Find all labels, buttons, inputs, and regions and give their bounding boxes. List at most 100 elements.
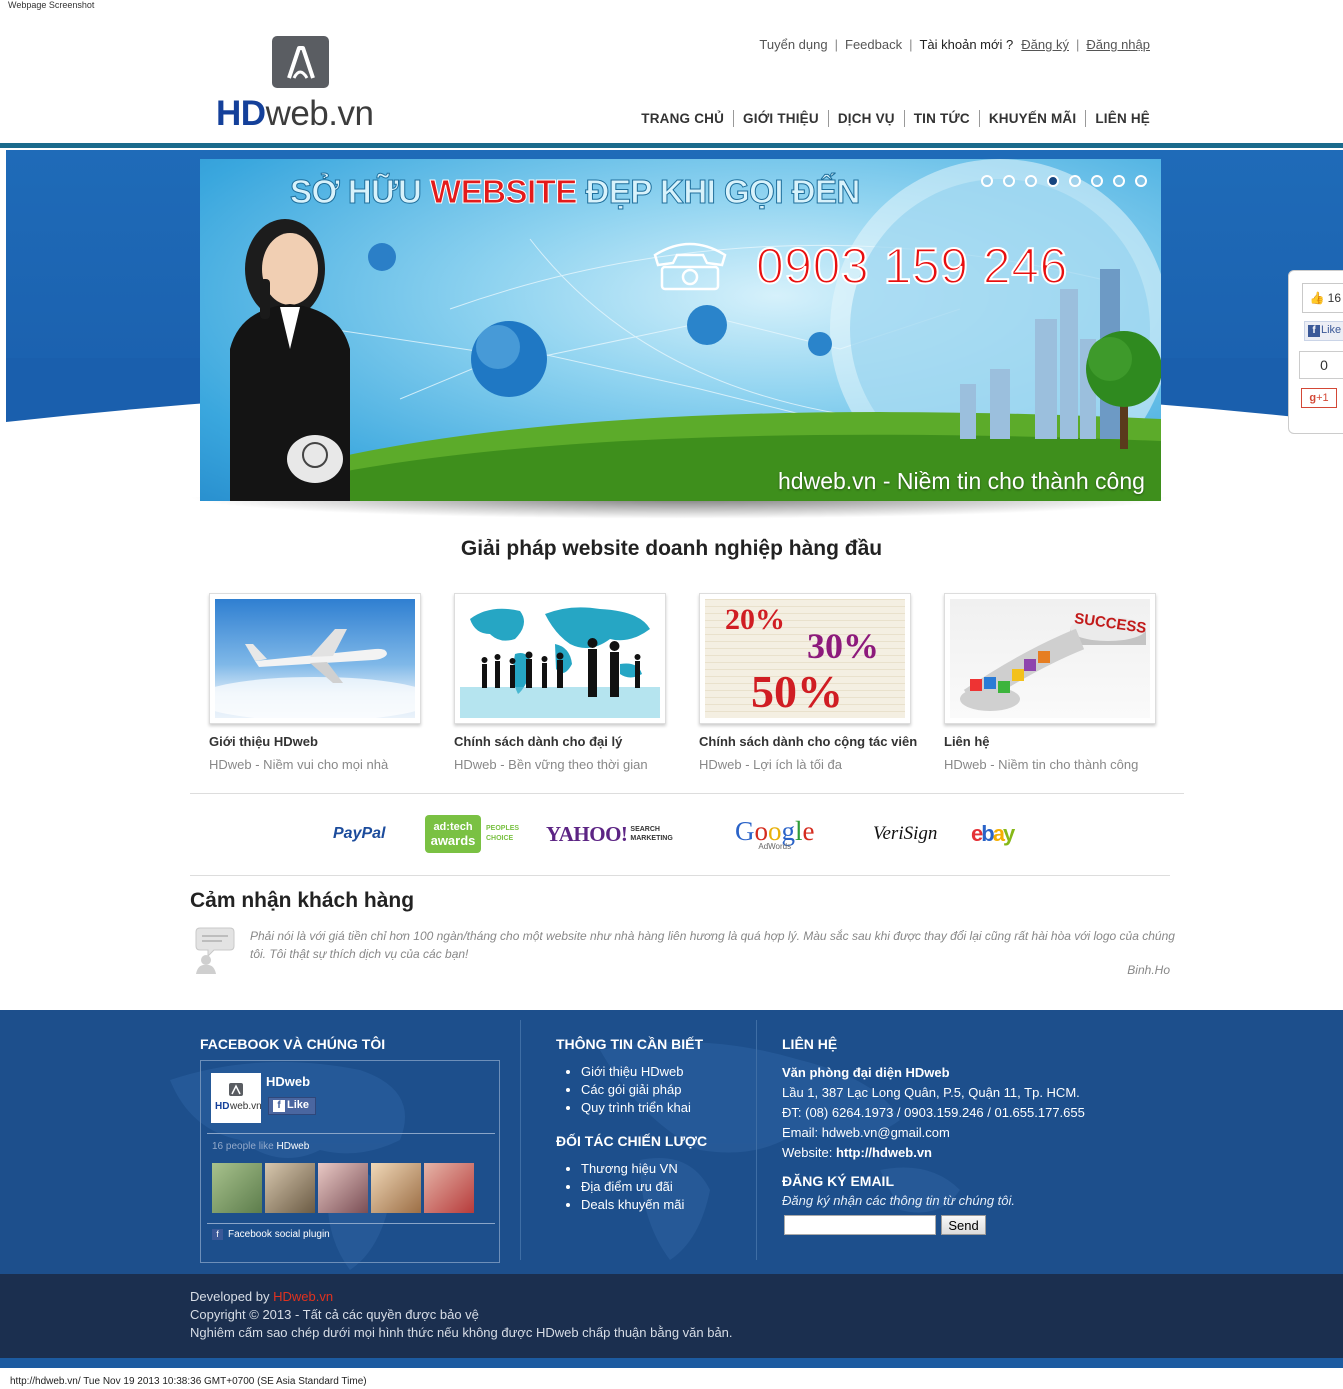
testimonial-author: Binh.Ho [1127,963,1170,977]
list-item[interactable]: Các gói giải pháp [581,1081,691,1099]
facebook-like-count: 16 people like HDweb [212,1141,310,1152]
footer-info-title: THÔNG TIN CẦN BIẾT [556,1036,703,1052]
business-people-image [460,599,660,718]
office-address: Lầu 1, 387 Lạc Long Quân, P.5, Quận 11, … [782,1085,1080,1100]
new-account-label: Tài khoản mới ? [919,37,1014,52]
facebook-like-button[interactable]: f Like [268,1097,316,1115]
card-subtitle: HDweb - Lợi ích là tối đa [699,757,842,772]
partner-logos: PayPal ad:tech awards PEOPLES CHOICE YAHOO… [330,810,1050,860]
card-title[interactable]: Liên hệ [944,734,1156,749]
google-adwords-logo[interactable]: Google AdWords [735,810,815,858]
card-title[interactable]: Chính sách dành cho cộng tác viên [699,734,917,749]
facebook-like-box: HD web.vn HDweb f Like 16 people like HDw… [200,1060,500,1263]
top-links: Tuyển dụng | Feedback | Tài khoản mới ? … [759,37,1150,52]
slider-dots [981,175,1147,187]
solutions-title: Giải pháp website doanh nghiệp hàng đầu [460,537,883,560]
slider-dot[interactable] [1025,175,1037,187]
slider-dot[interactable] [1091,175,1103,187]
facebook-icon: f [1308,325,1320,337]
divider [190,793,1184,794]
website-label: Website: [782,1145,836,1160]
careers-link[interactable]: Tuyển dụng [759,37,827,52]
card-subtitle: HDweb - Niềm vui cho mọi nhà [209,757,389,772]
footer-partners-list: Thương hiệu VN Địa điểm ưu đãi Deals khu… [556,1160,684,1214]
slider-dot[interactable] [1047,175,1059,187]
nav-services[interactable]: DỊCH VỤ [829,110,905,127]
feedback-link[interactable]: Feedback [845,37,902,52]
status-bar: http://hdweb.vn/ Tue Nov 19 2013 10:38:3… [10,1376,367,1387]
footer-info-list: Giới thiệu HDweb Các gói giải pháp Quy t… [556,1063,691,1117]
solution-card-about[interactable]: Giới thiệu HDweb HDweb - Niềm vui cho mọ… [209,593,421,772]
card-title[interactable]: Chính sách dành cho đại lý [454,734,666,749]
facebook-faces [212,1163,474,1213]
social-share-box: 👍 16 f Like 0 g+1 [1288,270,1343,434]
facebook-page-name[interactable]: HDweb [266,1074,310,1089]
yahoo-logo[interactable]: YAHOO! SEARCH MARKETING [546,810,673,858]
nav-about[interactable]: GIỚI THIỆU [734,110,829,127]
card-subtitle: HDweb - Niềm tin cho thành công [944,757,1139,772]
slider-dot[interactable] [1135,175,1147,187]
solution-card-agents[interactable]: Chính sách dành cho đại lý HDweb - Bền v… [454,593,666,772]
nav-news[interactable]: TIN TỨC [905,110,980,127]
adtech-logo[interactable]: ad:tech awards PEOPLES CHOICE [425,810,519,858]
register-link[interactable]: Đăng ký [1021,37,1069,52]
slider-dot[interactable] [1003,175,1015,187]
nav-home[interactable]: TRANG CHỦ [632,110,735,127]
newsletter-hint: Đăng ký nhận các thông tin từ chúng tôi. [782,1193,1015,1208]
airplane-image [215,599,415,718]
footer-partners-title: ĐỐI TÁC CHIẾN LƯỢC [556,1133,708,1149]
nav-promotions[interactable]: KHUYẾN MÃI [980,110,1087,127]
office-email: Email: hdweb.vn@gmail.com [782,1125,950,1140]
developer-link[interactable]: HDweb.vn [273,1289,333,1304]
card-title[interactable]: Giới thiệu HDweb [209,734,421,749]
bottom-strip [0,1358,1343,1368]
website-link[interactable]: http://hdweb.vn [836,1145,932,1160]
sales-image: 20% 30% 50% [705,599,905,718]
slider-phone: 0903 159 246 [755,237,1068,295]
gplus-button[interactable]: g+1 [1301,388,1337,408]
chat-bubble-icon [192,926,236,974]
nav-contact[interactable]: LIÊN HỆ [1086,110,1159,127]
success-image: SUCCESS [950,599,1150,718]
avatar[interactable] [371,1163,421,1213]
slider-headline: SỞ HỮU WEBSITE ĐẸP KHI GỌI ĐẾN [289,173,860,211]
main-nav: TRANG CHỦ GIỚI THIỆU DỊCH VỤ TIN TỨC KHU… [632,110,1159,127]
solution-card-collaborators[interactable]: 20% 30% 50% Chính sách dành cho cộng tác… [699,593,917,772]
slider-tagline: hdweb.vn - Niềm tin cho thành công [778,468,1145,494]
list-item[interactable]: Quy trình triển khai [581,1099,691,1117]
avatar[interactable] [265,1163,315,1213]
list-item[interactable]: Thương hiệu VN [581,1160,684,1178]
ebay-logo[interactable]: ebay [971,810,1015,858]
slider-dot[interactable] [981,175,993,187]
copy-notice: Nghiêm cấm sao chép dưới mọi hình thức n… [190,1325,733,1340]
svg-text:HD: HD [215,1101,229,1112]
login-link[interactable]: Đăng nhập [1086,37,1150,52]
paypal-logo[interactable]: PayPal [333,810,385,858]
bottom-text: Developed by HDweb.vn Copyright © 2013 -… [190,1289,733,1340]
facebook-like-button[interactable]: f Like [1304,321,1343,341]
list-item[interactable]: Deals khuyến mãi [581,1196,684,1214]
solution-card-contact[interactable]: SUCCESS Liên hệ HDweb - Niềm tin cho thà… [944,593,1156,772]
facebook-plugin-label[interactable]: f Facebook social plugin [212,1229,330,1240]
gplus-count: 0 [1299,351,1343,379]
avatar[interactable] [424,1163,474,1213]
newsletter-title: ĐĂNG KÝ EMAIL [782,1173,894,1189]
verisign-logo[interactable]: VeriSign [873,810,937,858]
divider [190,875,1170,876]
list-item[interactable]: Địa điểm ưu đãi [581,1178,684,1196]
newsletter-email-input[interactable] [784,1215,936,1235]
slider-dot[interactable] [1069,175,1081,187]
page-thumbnail[interactable]: HD web.vn [211,1073,262,1123]
newsletter-send-button[interactable]: Send [941,1215,986,1235]
logo-mark-icon [272,36,329,88]
avatar[interactable] [318,1163,368,1213]
office-phone: ĐT: (08) 6264.1973 / 0903.159.246 / 01.6… [782,1105,1085,1120]
hero-slider[interactable]: SỞ HỮU WEBSITE ĐẸP KHI GỌI ĐẾN 0903 159 … [200,159,1161,501]
site-logo[interactable]: HDweb.vn [216,36,386,133]
slider-dot[interactable] [1113,175,1125,187]
list-item[interactable]: Giới thiệu HDweb [581,1063,691,1081]
site-header: HDweb.vn Tuyển dụng | Feedback | Tài kho… [0,0,1343,148]
facebook-icon: f [273,1100,285,1112]
copyright-text: Copyright © 2013 - Tất cả các quyền được… [190,1307,479,1322]
avatar[interactable] [212,1163,262,1213]
